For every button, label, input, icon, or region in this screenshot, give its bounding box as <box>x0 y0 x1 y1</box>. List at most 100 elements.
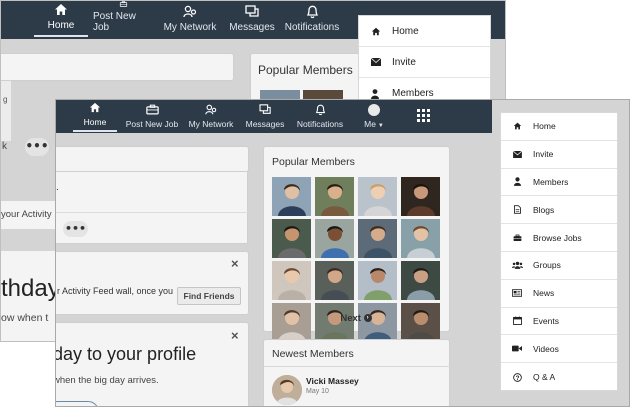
briefcase-icon <box>145 104 159 115</box>
front-menu-item-events[interactable]: Events <box>501 308 617 336</box>
network-icon <box>205 104 217 115</box>
front-nav-messages[interactable]: Messages <box>242 100 288 132</box>
popular-members-card: Popular Members Next › <box>263 146 450 342</box>
home-icon <box>511 122 523 130</box>
next-label: Next <box>340 313 361 324</box>
front-menu-label: Blogs <box>533 204 555 215</box>
member-photo[interactable] <box>358 219 397 258</box>
member-photo[interactable] <box>272 303 311 342</box>
users-icon <box>511 261 523 270</box>
briefcase-icon <box>119 1 127 7</box>
svg-text:?: ? <box>515 374 519 381</box>
next-button[interactable]: Next › <box>331 313 381 327</box>
front-birthday-heading: day to your profile <box>55 344 197 364</box>
front-menu-label: Home <box>533 121 556 132</box>
member-photo[interactable] <box>272 219 311 258</box>
front-menu-label: Events <box>533 315 559 326</box>
front-birthday-button[interactable] <box>56 401 99 406</box>
back-nav-messages[interactable]: Messages <box>227 1 277 37</box>
front-menu-item-invite[interactable]: Invite <box>501 141 617 169</box>
front-menu-item-q-a[interactable]: ? Q & A <box>501 363 617 391</box>
front-nav-me[interactable]: Me ▼ <box>356 100 392 132</box>
front-activity-text: r Activity Feed wall, once you <box>57 286 174 296</box>
back-top-card <box>1 53 234 81</box>
front-top-card <box>56 146 249 172</box>
back-tick-fragment: g <box>3 95 8 104</box>
front-menu-item-browse-jobs[interactable]: Browse Jobs <box>501 224 617 252</box>
front-divider-line <box>56 212 248 213</box>
back-menu-invite-label: Invite <box>392 56 416 68</box>
front-nav-notifications-label: Notifications <box>296 119 344 129</box>
member-photo[interactable] <box>401 261 440 300</box>
back-menu-invite[interactable]: Invite <box>359 47 490 78</box>
envelope-icon <box>371 58 381 66</box>
back-menu-home[interactable]: Home <box>359 16 490 47</box>
back-when-fragment: ow when t <box>1 312 49 324</box>
back-left-white-block <box>1 81 11 141</box>
back-more-button[interactable]: ••• <box>25 138 49 156</box>
back-nav-post-job-label: Post New Job <box>93 11 136 33</box>
front-nav-post-job[interactable]: Post New Job <box>125 100 179 132</box>
back-nav-notifications-label: Notifications <box>284 22 340 33</box>
front-menu-item-home[interactable]: Home <box>501 113 617 141</box>
newest-members-card: Newest Members Vicki Massey May 10 <box>263 339 451 406</box>
front-nav-my-network[interactable]: My Network <box>186 100 236 132</box>
front-nav-home[interactable]: Home <box>73 100 117 132</box>
back-menu-home-label: Home <box>392 25 419 37</box>
front-activity-card: × r Activity Feed wall, once you Find Fr… <box>56 251 249 315</box>
network-icon <box>183 5 197 18</box>
home-icon <box>55 4 67 15</box>
member-photo[interactable] <box>401 219 440 258</box>
front-menu-label: Members <box>533 176 569 187</box>
member-photo[interactable] <box>272 177 311 216</box>
front-side-menu: Home Invite Members Blogs Browse Jobs Groups N… <box>500 112 618 391</box>
member-photo[interactable] <box>401 303 440 342</box>
front-more-button[interactable]: ••• <box>63 221 88 237</box>
back-popular-title: Popular Members <box>258 63 353 77</box>
back-letter-fragment: k <box>2 141 7 152</box>
front-nav-home-label: Home <box>83 117 107 127</box>
front-menu-label: Q & A <box>533 372 556 383</box>
grid-icon[interactable] <box>417 109 430 122</box>
member-photo[interactable] <box>315 261 354 300</box>
caret-down-icon: ▼ <box>377 123 384 129</box>
front-menu-label: Videos <box>533 343 559 354</box>
member-photo[interactable] <box>315 219 354 258</box>
front-menu-item-news[interactable]: News <box>501 280 617 308</box>
document-icon <box>511 205 523 215</box>
member-photo[interactable] <box>358 261 397 300</box>
front-nav-notifications[interactable]: Notifications <box>293 100 347 132</box>
back-nav-post-job[interactable]: Post New Job <box>93 1 153 37</box>
question-icon: ? <box>511 372 523 382</box>
member-photo[interactable] <box>358 177 397 216</box>
newspaper-icon <box>511 289 523 297</box>
front-nav-messages-label: Messages <box>245 119 285 129</box>
front-menu-item-videos[interactable]: Videos <box>501 335 617 364</box>
front-nav-post-job-label: Post New Job <box>125 119 179 129</box>
front-birthday-card: × day to your profile when the big day a… <box>55 322 249 406</box>
front-menu-item-groups[interactable]: Groups <box>501 252 617 280</box>
back-nav-my-network[interactable]: My Network <box>161 1 219 37</box>
front-menu-item-members[interactable]: Members <box>501 169 617 197</box>
member-photo[interactable] <box>315 177 354 216</box>
messages-icon <box>258 104 271 114</box>
front-navbar: Home Post New Job My Network Messages No… <box>56 100 492 133</box>
back-nav-home[interactable]: Home <box>34 1 88 37</box>
member-photo[interactable] <box>401 177 440 216</box>
member-avatar[interactable] <box>272 375 302 405</box>
user-icon <box>371 88 379 99</box>
user-icon <box>511 177 523 187</box>
back-nav-messages-label: Messages <box>229 22 275 33</box>
front-activity-close[interactable]: × <box>231 256 239 271</box>
front-nav-me-label: Me ▼ <box>364 119 384 129</box>
front-menu-item-blogs[interactable]: Blogs <box>501 196 617 225</box>
member-photo[interactable] <box>272 261 311 300</box>
bell-icon <box>306 5 318 19</box>
front-birthday-close[interactable]: × <box>231 328 239 343</box>
avatar-icon <box>368 104 380 116</box>
back-nav-home-label: Home <box>47 20 75 31</box>
messages-icon <box>244 5 259 17</box>
back-nav-notifications[interactable]: Notifications <box>281 1 343 37</box>
find-friends-button[interactable]: Find Friends <box>177 287 241 305</box>
member-name[interactable]: Vicki Massey <box>306 376 359 386</box>
